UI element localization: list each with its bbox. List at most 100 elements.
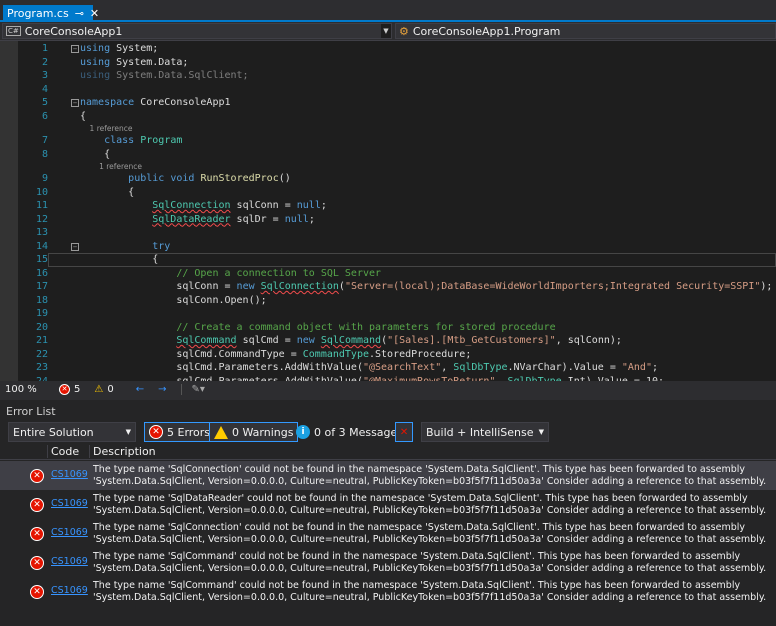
code-line: 1 − using System; (0, 42, 776, 56)
code-text: using System; (80, 42, 158, 56)
code-text: sqlConn.Open(); (80, 294, 266, 308)
code-token-ty: SqlDbType (453, 362, 508, 373)
error-description-line: 'System.Data.SqlClient, Version=0.0.0.0,… (93, 533, 767, 545)
code-text: // Open a connection to SQL Server (80, 267, 381, 281)
error-description: The type name 'SqlCommand' could not be … (93, 580, 766, 603)
brush-icon[interactable]: ✎▾ (180, 384, 205, 395)
error-code-link[interactable]: CS1069 (51, 585, 88, 596)
line-number: 8 (41, 148, 48, 160)
error-row[interactable]: ✕ CS1069 The type name 'SqlConnection' cou… (0, 461, 776, 490)
code-line: 4 (0, 83, 776, 97)
warnings-label: 0 Warnings (232, 425, 294, 439)
code-token-kw: using (80, 43, 111, 54)
code-token-err: SqlDataReader (152, 213, 231, 225)
error-description: The type name 'SqlCommand' could not be … (93, 551, 766, 574)
error-description-line: 'System.Data.SqlClient, Version=0.0.0.0,… (93, 591, 767, 603)
line-number: 20 (35, 321, 48, 333)
class-dropdown[interactable]: ⚙ CoreConsoleApp1.Program (395, 23, 776, 39)
code-token-kw: new (236, 281, 255, 292)
info-icon: i (296, 425, 310, 439)
code-text: SqlCommand sqlCmd = new SqlCommand("[Sal… (80, 334, 622, 348)
code-text: SqlDataReader sqlDr = null; (80, 213, 315, 227)
error-description: The type name 'SqlDataReader' could not … (93, 493, 766, 516)
error-icon: ✕ (59, 384, 70, 395)
navigate-back-icon[interactable]: ← (136, 384, 144, 395)
code-token-tx: sqlConn = (80, 281, 237, 292)
code-line: 16 // Open a connection to SQL Server (0, 267, 776, 281)
warning-count[interactable]: ⚠ 0 (94, 384, 113, 395)
codelens-text[interactable]: 1 reference (80, 161, 142, 172)
code-line: 6{ (0, 110, 776, 124)
codelens-reference: 1 reference (0, 161, 776, 172)
code-token-cm: // Create a command object with paramete… (176, 321, 556, 333)
line-number: 5 (41, 97, 48, 108)
class-name: CoreConsoleApp1.Program (412, 24, 561, 38)
line-number: 22 (35, 348, 48, 360)
error-row[interactable]: ✕ CS1069 The type name 'SqlConnection' cou… (0, 519, 776, 548)
error-row[interactable]: ✕ CS1069 The type name 'SqlDataReader' cou… (0, 490, 776, 519)
code-token-tx (80, 335, 176, 346)
filter-clear-button[interactable]: ✕ (395, 422, 413, 442)
codelens-text[interactable]: 1 reference (80, 123, 133, 134)
code-line: 9 public void RunStoredProc() (0, 172, 776, 186)
error-code-link[interactable]: CS1069 (51, 527, 88, 538)
column-code[interactable]: Code (47, 445, 79, 458)
error-icon: ✕ (30, 556, 44, 570)
scope-value: Entire Solution (13, 425, 94, 439)
warning-icon: ⚠ (94, 384, 104, 395)
code-token-tx: { (80, 254, 159, 265)
code-token-tx: ; (308, 213, 315, 225)
code-line: 5 − namespace CoreConsoleApp1 (0, 96, 776, 110)
code-text: SqlConnection sqlConn = null; (80, 199, 327, 213)
code-text: try (80, 240, 170, 254)
scope-dropdown[interactable]: Entire Solution ▼ (8, 422, 136, 442)
code-token-tx (80, 322, 176, 333)
chevron-down-icon[interactable]: ▼ (381, 24, 391, 38)
error-row[interactable]: ✕ CS1069 The type name 'SqlCommand' could … (0, 577, 776, 606)
error-row[interactable]: ✕ CS1069 The type name 'SqlCommand' could … (0, 548, 776, 577)
project-dropdown[interactable]: C# CoreConsoleApp1 ▼ (2, 23, 392, 39)
code-token-kw: null (284, 213, 309, 225)
code-token-tx: , (441, 362, 454, 373)
zoom-level[interactable]: 100 % (5, 384, 45, 395)
error-code-link[interactable]: CS1069 (51, 469, 88, 480)
line-number: 4 (41, 83, 48, 95)
collapse-icon[interactable]: − (71, 242, 79, 251)
code-line: 13 (0, 226, 776, 240)
collapse-icon[interactable]: − (71, 45, 79, 53)
code-token-tx: { (80, 110, 87, 122)
error-code-link[interactable]: CS1069 (51, 498, 88, 509)
code-text: sqlCmd.CommandType = CommandType.StoredP… (80, 348, 471, 362)
code-token-tx: .StoredProcedure; (369, 348, 472, 360)
line-number: 15 (35, 254, 48, 265)
tab-program-cs[interactable]: Program.cs ⊸ ✕ (3, 5, 99, 22)
errors-filter-button[interactable]: ✕ 5 Errors (144, 422, 216, 442)
tab-title: Program.cs (7, 7, 69, 20)
messages-filter-button[interactable]: i 0 of 3 Messages (292, 422, 407, 442)
code-line: 10 { (0, 186, 776, 200)
column-description[interactable]: Description (89, 445, 156, 458)
code-text: { (80, 186, 134, 200)
code-line: 11 SqlConnection sqlConn = null; (0, 199, 776, 213)
code-token-tx: .NVarChar).Value = (507, 362, 622, 373)
code-text: using System.Data.SqlClient; (80, 69, 249, 83)
collapse-icon[interactable]: − (71, 99, 79, 107)
navigate-forward-icon[interactable]: → (158, 384, 166, 395)
pin-icon[interactable]: ⊸ (75, 7, 84, 20)
code-line: 12 SqlDataReader sqlDr = null; (0, 213, 776, 227)
code-editor[interactable]: 1− using System; 2 using System.Data; 3 using… (0, 41, 776, 381)
error-code-link[interactable]: CS1069 (51, 556, 88, 567)
code-token-tx: ); (760, 281, 773, 292)
error-count[interactable]: ✕ 5 (59, 384, 80, 395)
code-token-tx: { (80, 148, 111, 160)
error-description-line: The type name 'SqlCommand' could not be … (93, 580, 741, 591)
warnings-filter-button[interactable]: 0 Warnings (209, 422, 299, 442)
code-token-tx: System.Data; (110, 56, 189, 68)
code-line: 19 (0, 307, 776, 321)
error-description: The type name 'SqlConnection' could not … (93, 464, 766, 487)
line-number: 12 (35, 213, 48, 225)
close-icon[interactable]: ✕ (90, 7, 99, 20)
error-list-header: Code Description (0, 444, 776, 460)
error-icon: ✕ (30, 469, 44, 483)
source-dropdown[interactable]: Build + IntelliSense ▼ (421, 422, 549, 442)
